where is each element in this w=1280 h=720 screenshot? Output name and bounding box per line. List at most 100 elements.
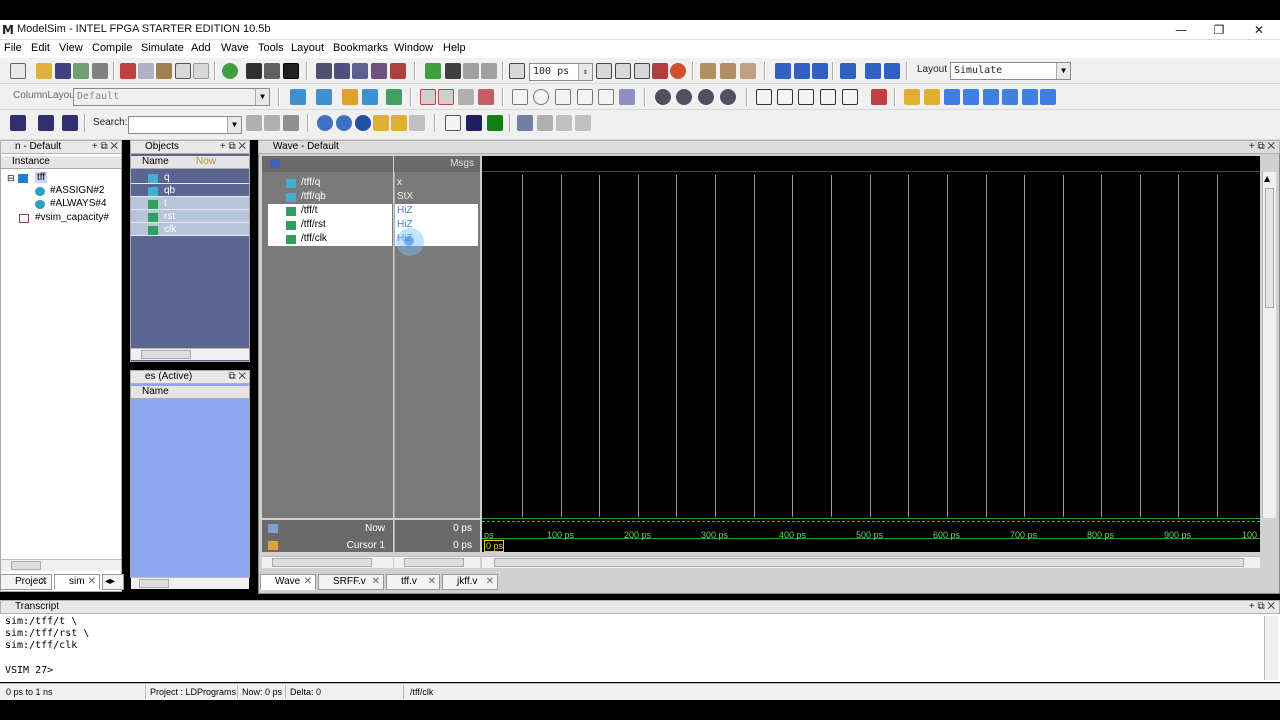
step-into-icon[interactable] — [775, 63, 791, 79]
zoom-cursor-icon[interactable] — [373, 115, 389, 131]
instance-item[interactable]: #ASSIGN#2 — [50, 185, 104, 196]
panel-controls-icon[interactable]: ⧉ ✕ — [228, 371, 246, 383]
menu-view[interactable]: View — [59, 42, 83, 54]
menu-file[interactable]: File — [4, 42, 22, 54]
search-dropdown-icon[interactable]: ▼ — [227, 117, 241, 133]
search-options-icon[interactable] — [283, 115, 299, 131]
zoom-in-icon[interactable] — [317, 115, 333, 131]
step-down-icon[interactable] — [840, 63, 856, 79]
instance-hscroll[interactable] — [1, 559, 121, 571]
internal-signal-icon[interactable] — [577, 89, 593, 105]
wave-bookmark-icon[interactable] — [386, 89, 402, 105]
step-loop-icon[interactable] — [865, 63, 881, 79]
tab-scroll-icon[interactable]: ◂▸ — [102, 574, 124, 590]
paste-icon[interactable] — [156, 63, 172, 79]
input-port-icon[interactable] — [512, 89, 528, 105]
run-icon[interactable] — [596, 63, 612, 79]
back-arrow-icon[interactable] — [463, 63, 479, 79]
modelsim-icon[interactable] — [283, 63, 299, 79]
close-icon[interactable]: ✕ — [372, 575, 380, 589]
save-icon[interactable] — [55, 63, 71, 79]
step-out-blue-icon[interactable] — [812, 63, 828, 79]
scroll-thumb[interactable] — [11, 561, 41, 570]
next-edge-icon[interactable] — [963, 89, 979, 105]
stop-icon[interactable] — [390, 63, 406, 79]
gear-icon[interactable] — [655, 89, 671, 105]
reload-icon[interactable] — [73, 63, 89, 79]
gear-run-icon[interactable] — [698, 89, 714, 105]
zoom-full-icon[interactable] — [355, 115, 371, 131]
run-all-icon[interactable] — [634, 63, 650, 79]
objects-now-col[interactable]: Now — [196, 156, 216, 168]
output-port-icon[interactable] — [533, 89, 549, 105]
restart-icon[interactable] — [509, 63, 525, 79]
scroll-thumb[interactable] — [494, 558, 1244, 567]
compile-all-icon[interactable] — [334, 63, 350, 79]
instance-item[interactable]: tff — [35, 172, 48, 183]
processes-hscroll[interactable] — [131, 577, 249, 589]
step-out-icon[interactable] — [740, 63, 756, 79]
find-rising-edge-icon[interactable] — [904, 89, 920, 105]
menu-add[interactable]: Add — [191, 42, 211, 54]
restore-button[interactable]: ❐ — [1200, 20, 1238, 40]
tab-wave[interactable]: Wave ✕ — [260, 574, 316, 590]
search-input[interactable]: ▼ — [128, 116, 242, 134]
tab-project[interactable]: Project ✕ — [0, 574, 52, 590]
edit-mode-icon[interactable] — [820, 89, 836, 105]
command-prompt[interactable]: VSIM 27> — [5, 665, 53, 676]
step-over-toolbar-icon[interactable] — [38, 115, 54, 131]
scroll-thumb[interactable] — [141, 350, 191, 359]
cursor-edit-icon[interactable] — [458, 89, 474, 105]
step-up-icon[interactable] — [884, 63, 900, 79]
delete-icon[interactable] — [420, 89, 436, 105]
scroll-thumb[interactable] — [1265, 188, 1274, 308]
instance-item[interactable]: #ALWAYS#4 — [50, 198, 107, 209]
scroll-thumb[interactable] — [139, 579, 169, 588]
cursor-mode-icon[interactable] — [871, 89, 887, 105]
prev-edge-icon[interactable] — [944, 89, 960, 105]
scroll-up-icon[interactable]: ▲ — [1264, 174, 1270, 183]
wave-format-icon[interactable] — [478, 89, 494, 105]
tab-sim[interactable]: sim ✕ — [54, 574, 100, 590]
wave-pulse-icon[interactable] — [556, 115, 572, 131]
cut-icon[interactable] — [120, 63, 136, 79]
break-run-icon[interactable] — [652, 63, 668, 79]
zoom-range-icon[interactable] — [391, 115, 407, 131]
continue-run-icon[interactable] — [615, 63, 631, 79]
wave-compare-icon[interactable] — [517, 115, 533, 131]
panel-controls-icon[interactable]: + ⧉ ✕ — [1249, 601, 1275, 613]
close-icon[interactable]: ✕ — [40, 575, 48, 589]
simulate-icon[interactable] — [352, 63, 368, 79]
hierarchy-icon[interactable] — [264, 63, 280, 79]
compile-icon[interactable] — [316, 63, 332, 79]
break-icon[interactable] — [371, 63, 387, 79]
close-icon[interactable]: ✕ — [88, 575, 96, 589]
search-next-icon[interactable] — [264, 115, 280, 131]
zoom-out-icon[interactable] — [336, 115, 352, 131]
open-folder-icon[interactable] — [36, 63, 52, 79]
gear-step-icon[interactable] — [676, 89, 692, 105]
close-icon[interactable]: ✕ — [428, 575, 436, 589]
run-circle-icon[interactable] — [222, 63, 238, 79]
goto-end-icon[interactable] — [1040, 89, 1056, 105]
scroll-thumb[interactable] — [404, 558, 464, 567]
next-transition-icon[interactable] — [1002, 89, 1018, 105]
goto-start-icon[interactable] — [1022, 89, 1038, 105]
run-length-field[interactable]: 100 ps ⇕ — [529, 63, 593, 81]
tab-jkff[interactable]: jkff.v ✕ — [442, 574, 498, 590]
panel-controls-icon[interactable]: + ⧉ ✕ — [1249, 141, 1275, 153]
step-toolbar-icon[interactable] — [10, 115, 26, 131]
cursor-marker[interactable]: 0 ps — [484, 540, 504, 552]
tab-srff[interactable]: SRFF.v ✕ — [318, 574, 384, 590]
wave-tools-icon[interactable] — [270, 159, 280, 168]
zoom-mode-icon[interactable] — [777, 89, 793, 105]
wave-divider-icon[interactable] — [362, 89, 378, 105]
gear-stop-icon[interactable] — [720, 89, 736, 105]
menu-help[interactable]: Help — [443, 42, 466, 54]
transcript-vscroll[interactable] — [1264, 616, 1278, 680]
step-over-blue-icon[interactable] — [794, 63, 810, 79]
run-length-spinner-icon[interactable]: ⇕ — [578, 64, 592, 80]
column-layout-dropdown-icon[interactable]: ▼ — [255, 89, 269, 105]
processes-column-header[interactable]: Name — [131, 386, 249, 399]
values-hscroll[interactable] — [394, 556, 480, 568]
